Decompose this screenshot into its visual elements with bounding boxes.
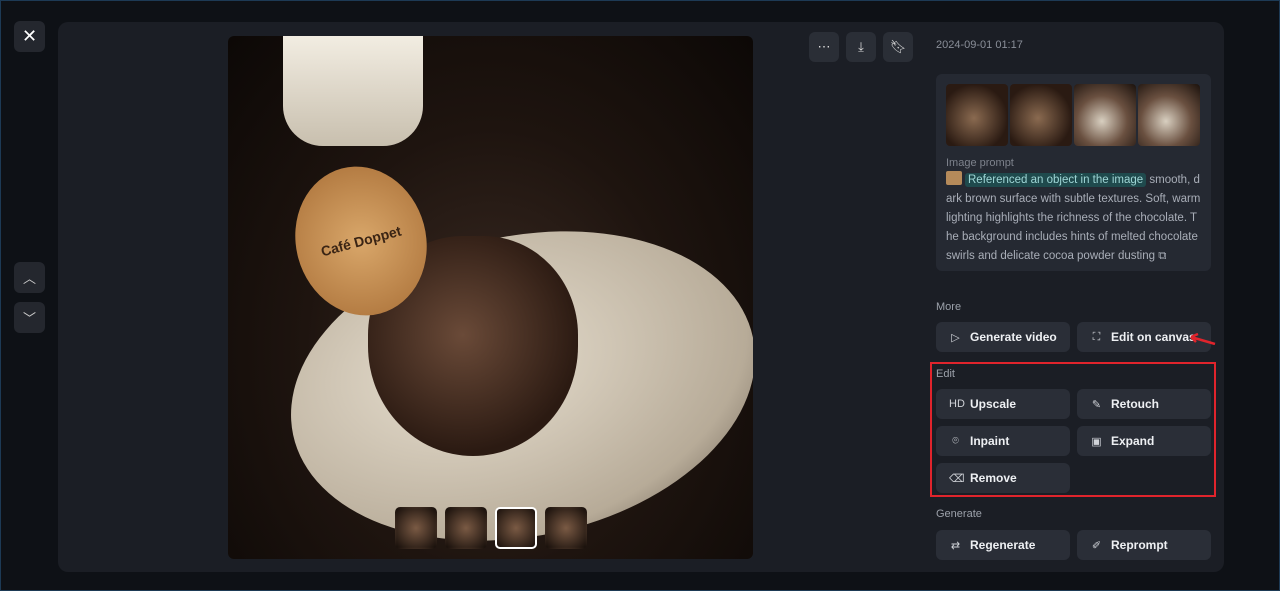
reference-images [946,84,1201,146]
regenerate-button[interactable]: ⇄ Regenerate [936,530,1070,560]
download-icon: ⤓ [858,39,864,54]
label: Expand [1111,434,1155,448]
reference-chip[interactable]: Referenced an object in the image [965,173,1147,187]
close-icon: ✕ [21,26,38,46]
image-glass [283,36,423,146]
prompt-card: Image prompt Referenced an object in the… [936,74,1211,271]
timestamp: 2024-09-01 01:17 [936,39,1023,51]
prompt-label: Image prompt [946,157,1014,169]
label: Edit on canvas [1111,330,1196,344]
copy-icon[interactable]: ⧉ [1158,250,1166,262]
generate-video-button[interactable]: ▷ Generate video [936,322,1070,352]
eraser-icon: ⌫ [949,472,965,485]
reference-image[interactable] [946,84,1008,146]
bookmark-button[interactable]: 🔖︎ [883,32,913,62]
more-icon: ⋯ [817,39,831,54]
thumbnail-2[interactable] [445,507,487,549]
thumbnail-4[interactable] [545,507,587,549]
label: Inpaint [970,434,1010,448]
reprompt-button[interactable]: ✐ Reprompt [1077,530,1211,560]
next-button[interactable]: ﹀ [14,302,45,333]
bookmark-icon: 🔖︎ [889,39,907,54]
reference-image[interactable] [1010,84,1072,146]
prompt-body: smooth, dark brown surface with subtle t… [946,174,1201,262]
chevron-down-icon: ﹀ [22,311,36,326]
download-button[interactable]: ⤓ [846,32,876,62]
hd-icon: HD [949,398,965,410]
main-image: Café Doppet [228,36,753,559]
prompt-text: Referenced an object in the image smooth… [946,171,1201,266]
wafer-text: Café Doppet [319,222,403,260]
video-icon: ▷ [951,331,960,344]
thumbnail-strip [395,507,587,549]
label: Retouch [1111,397,1159,411]
label: Remove [970,471,1017,485]
chevron-up-icon: ︿ [22,271,36,286]
remove-button[interactable]: ⌫ Remove [936,463,1070,493]
label: Reprompt [1111,538,1168,552]
reference-image[interactable] [1138,84,1200,146]
retouch-button[interactable]: ✎ Retouch [1077,389,1211,419]
label: Upscale [970,397,1017,411]
close-button[interactable]: ✕ [14,21,45,52]
canvas-icon: ⛶ [1092,330,1101,343]
brush-icon: ⌾ [952,434,959,447]
thumbnail-1[interactable] [395,507,437,549]
expand-icon: ▣ [1091,435,1102,448]
thumbnail-3[interactable] [495,507,537,549]
upscale-button[interactable]: HD Upscale [936,389,1070,419]
label: Generate video [970,330,1057,344]
repeat-icon: ⇄ [950,539,961,552]
generate-title: Generate [936,508,982,520]
annotation-arrow [1190,333,1216,345]
magic-wand-icon: ✎ [1091,398,1102,411]
more-title: More [936,301,962,313]
edit-title: Edit [936,368,955,380]
previous-button[interactable]: ︿ [14,262,45,293]
expand-button[interactable]: ▣ Expand [1077,426,1211,456]
inpaint-button[interactable]: ⌾ Inpaint [936,426,1070,456]
more-options-button[interactable]: ⋯ [809,32,839,62]
reference-image[interactable] [1074,84,1136,146]
reference-thumbnail-icon [946,171,962,185]
label: Regenerate [970,538,1036,552]
pencil-icon: ✐ [1091,539,1102,552]
